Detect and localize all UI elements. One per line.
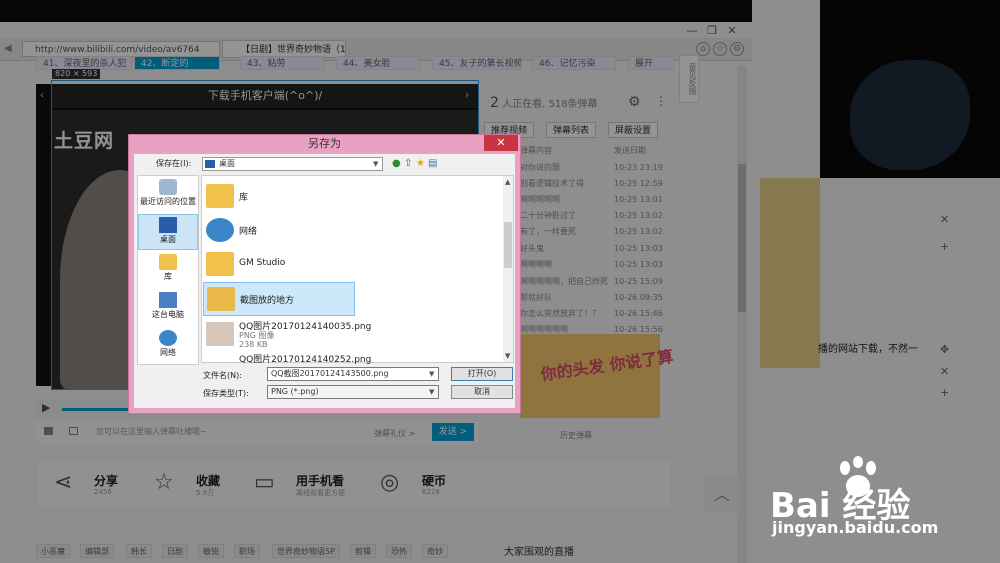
- view-menu-icon[interactable]: ▤: [428, 158, 437, 169]
- recent-places-icon: [159, 179, 177, 195]
- file-item[interactable]: GM Studio: [203, 248, 355, 280]
- new-folder-icon[interactable]: ★: [416, 158, 425, 169]
- file-list-scrollbar[interactable]: [503, 176, 513, 362]
- file-list-scrollbar-thumb[interactable]: [504, 222, 512, 268]
- file-item[interactable]: 库: [203, 180, 355, 212]
- library-icon: [159, 254, 177, 270]
- baidu-paw-icon: [840, 456, 876, 497]
- file-item[interactable]: QQ图片20170124140252.png: [203, 350, 371, 365]
- desktop-icon: [159, 217, 177, 233]
- place-this-pc[interactable]: 这台电脑: [138, 290, 198, 326]
- desktop-folder-icon: [205, 160, 215, 168]
- scroll-down-icon[interactable]: ▼: [505, 352, 510, 360]
- open-button[interactable]: 打开(O): [451, 367, 513, 381]
- place-recent[interactable]: 最近访问的位置: [138, 177, 198, 213]
- place-network[interactable]: 网络: [138, 328, 198, 364]
- up-folder-icon[interactable]: ⇧: [404, 158, 412, 169]
- image-thumbnail-icon: [206, 322, 234, 346]
- filename-input[interactable]: QQ截图20170124143500.png: [267, 367, 439, 381]
- save-in-label: 保存在(I):: [156, 159, 192, 168]
- filetype-label: 保存类型(T):: [203, 389, 249, 398]
- chevron-down-icon[interactable]: ▼: [373, 160, 378, 168]
- file-item-selected[interactable]: 截图放的地方: [203, 282, 355, 316]
- filename-label: 文件名(N):: [203, 371, 242, 380]
- scroll-up-icon[interactable]: ▲: [505, 178, 510, 186]
- folder-icon: [206, 252, 234, 276]
- folder-icon: [206, 184, 234, 208]
- cancel-button[interactable]: 取消: [451, 385, 513, 399]
- computer-icon: [159, 292, 177, 308]
- network-icon: [159, 330, 177, 346]
- chevron-down-icon[interactable]: ▼: [429, 370, 434, 378]
- file-item[interactable]: QQ图片20170124140035.png PNG 图像 238 KB: [203, 318, 371, 354]
- place-desktop[interactable]: 桌面: [138, 214, 198, 250]
- dialog-close-button[interactable]: ✕: [484, 135, 518, 151]
- back-folder-icon[interactable]: ●: [392, 158, 401, 169]
- network-icon: [206, 218, 234, 242]
- file-item[interactable]: 网络: [203, 214, 355, 246]
- dialog-title: 另存为: [308, 137, 341, 150]
- filetype-select[interactable]: PNG (*.png): [267, 385, 439, 399]
- save-in-select[interactable]: 桌面: [202, 157, 383, 171]
- folder-icon: [207, 287, 235, 311]
- baidu-jingyan-url: jingyan.baidu.com: [772, 518, 939, 537]
- chevron-down-icon[interactable]: ▼: [429, 388, 434, 396]
- place-library[interactable]: 库: [138, 252, 198, 288]
